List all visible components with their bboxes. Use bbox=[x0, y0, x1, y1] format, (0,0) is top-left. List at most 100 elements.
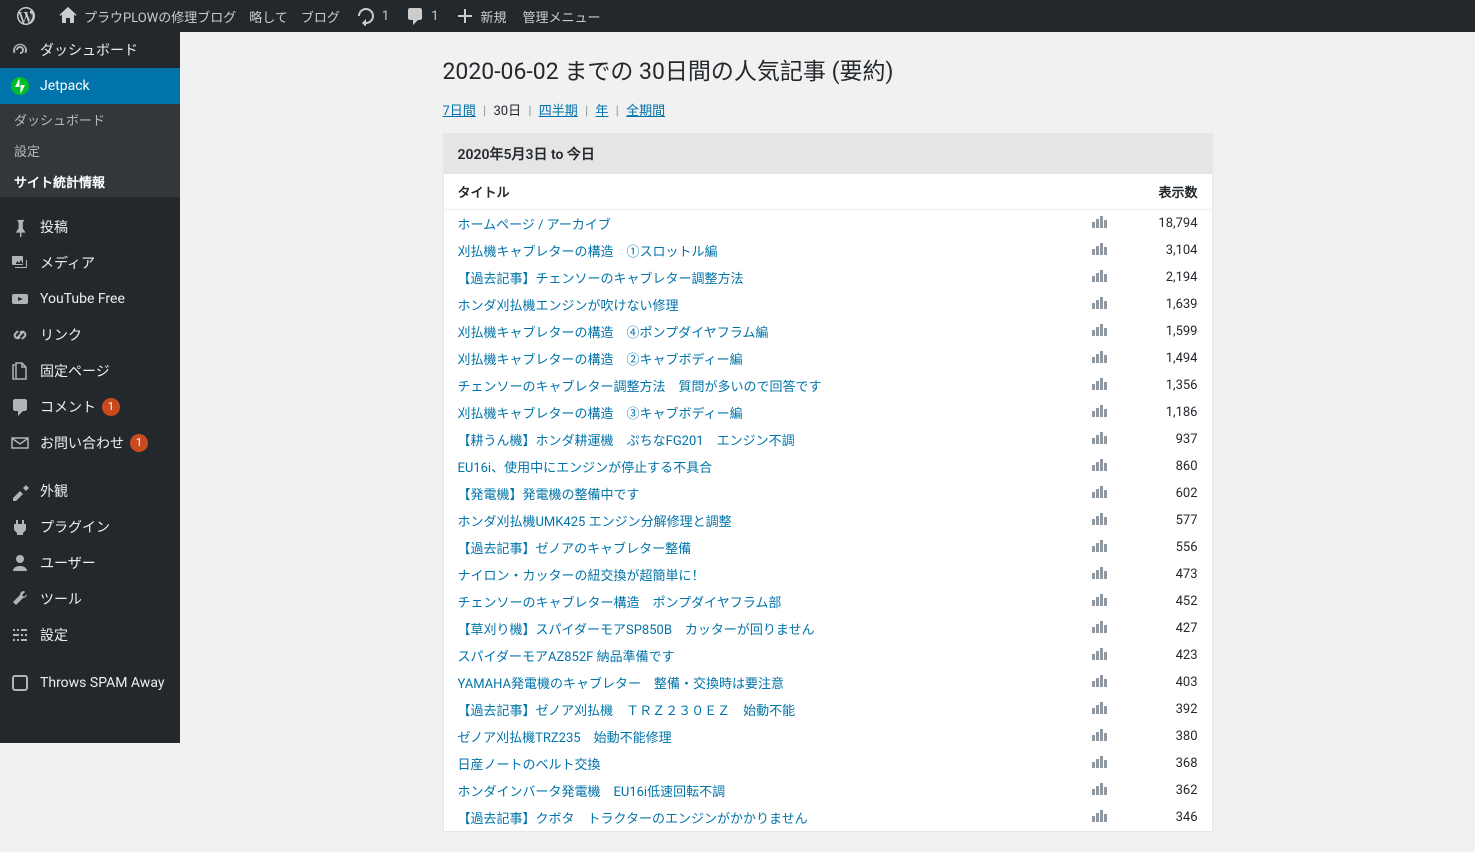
post-title-link[interactable]: ホンダ刈払機UMK425 エンジン分解修理と調整 bbox=[458, 515, 732, 530]
sidebar-item-label: プラグイン bbox=[40, 517, 110, 537]
stats-chart-icon[interactable] bbox=[1092, 243, 1108, 259]
stats-chart-icon[interactable] bbox=[1092, 405, 1108, 421]
contact-badge: 1 bbox=[130, 434, 148, 452]
stats-chart-icon[interactable] bbox=[1092, 783, 1108, 799]
sidebar-jetpack-stats[interactable]: サイト統計情報 bbox=[0, 166, 180, 197]
post-title-link[interactable]: 日産ノートのベルト交換 bbox=[458, 758, 601, 773]
dashboard-icon bbox=[10, 40, 30, 60]
new-label: 新規 bbox=[481, 7, 507, 26]
table-row: 日産ノートのベルト交換368 bbox=[444, 750, 1212, 777]
period-quarter[interactable]: 四半期 bbox=[539, 104, 578, 119]
post-title-link[interactable]: チェンソーのキャブレター構造 ポンプダイヤフラム部 bbox=[458, 596, 782, 611]
post-title-link[interactable]: EU16i、使用中にエンジンが停止する不具合 bbox=[458, 461, 713, 476]
table-row: 【発電機】発電機の整備中です602 bbox=[444, 480, 1212, 507]
post-title-link[interactable]: スパイダーモアAZ852F 納品準備です bbox=[458, 650, 675, 665]
admin-menu-link[interactable]: 管理メニュー bbox=[515, 0, 609, 32]
post-title-link[interactable]: 刈払機キャブレターの構造 ③キャブボディー編 bbox=[458, 407, 743, 422]
stats-chart-icon[interactable] bbox=[1092, 270, 1108, 286]
post-title-link[interactable]: 【過去記事】チェンソーのキャブレター調整方法 bbox=[458, 272, 744, 287]
stats-chart-icon[interactable] bbox=[1092, 567, 1108, 583]
sidebar-throws-spam[interactable]: Throws SPAM Away bbox=[0, 665, 180, 701]
post-title-link[interactable]: ナイロン・カッターの紐交換が超簡単に！ bbox=[458, 569, 705, 584]
updates-link[interactable]: 1 bbox=[348, 0, 397, 32]
post-title-link[interactable]: 刈払機キャブレターの構造 ①スロットル編 bbox=[458, 245, 718, 260]
sidebar-youtube[interactable]: YouTube Free bbox=[0, 281, 180, 317]
post-title-link[interactable]: ホンダインバータ発電機 EU16i低速回転不調 bbox=[458, 785, 726, 800]
sidebar-pages[interactable]: 固定ページ bbox=[0, 353, 180, 389]
site-name-link[interactable]: プラウPLOWの修理ブログ 略して ブログ bbox=[50, 0, 348, 32]
post-title-link[interactable]: ホンダ刈払機エンジンが吹けない修理 bbox=[458, 299, 679, 314]
period-nav: 7日間 | 30日 | 四半期 | 年 | 全期間 bbox=[443, 100, 1213, 119]
sidebar-comments[interactable]: コメント 1 bbox=[0, 389, 180, 425]
post-title-link[interactable]: YAMAHA発電機のキャブレター 整備・交換時は要注意 bbox=[458, 677, 785, 692]
separator: | bbox=[528, 104, 531, 119]
sidebar-links[interactable]: リンク bbox=[0, 317, 180, 353]
table-row: 【過去記事】ゼノア刈払機 ＴＲＺ２３０ＥＺ 始動不能392 bbox=[444, 696, 1212, 723]
stats-chart-icon[interactable] bbox=[1092, 378, 1108, 394]
sidebar-item-label: Jetpack bbox=[40, 78, 90, 94]
post-title-link[interactable]: 【発電機】発電機の整備中です bbox=[458, 488, 640, 503]
stats-chart-icon[interactable] bbox=[1092, 216, 1108, 232]
comments-icon bbox=[405, 6, 425, 26]
table-row: ナイロン・カッターの紐交換が超簡単に！473 bbox=[444, 561, 1212, 588]
stats-chart-icon[interactable] bbox=[1092, 621, 1108, 637]
generic-icon bbox=[10, 673, 30, 693]
stats-chart-icon[interactable] bbox=[1092, 324, 1108, 340]
post-title-link[interactable]: 【過去記事】ゼノア刈払機 ＴＲＺ２３０ＥＺ 始動不能 bbox=[458, 704, 796, 719]
views-value: 427 bbox=[1122, 615, 1212, 642]
post-title-link[interactable]: 【過去記事】ゼノアのキャブレター整備 bbox=[458, 542, 692, 557]
stats-chart-icon[interactable] bbox=[1092, 702, 1108, 718]
table-row: チェンソーのキャブレター構造 ポンプダイヤフラム部452 bbox=[444, 588, 1212, 615]
home-icon bbox=[58, 6, 78, 26]
post-title-link[interactable]: チェンソーのキャブレター調整方法 質問が多いので回答です bbox=[458, 380, 822, 395]
stats-chart-icon[interactable] bbox=[1092, 297, 1108, 313]
post-title-link[interactable]: 刈払機キャブレターの構造 ④ポンプダイヤフラム編 bbox=[458, 326, 769, 341]
sidebar-media[interactable]: メディア bbox=[0, 245, 180, 281]
period-alltime[interactable]: 全期間 bbox=[626, 104, 665, 119]
sidebar-plugins[interactable]: プラグイン bbox=[0, 509, 180, 545]
updates-icon bbox=[356, 6, 376, 26]
sidebar-users[interactable]: ユーザー bbox=[0, 545, 180, 581]
stats-chart-icon[interactable] bbox=[1092, 729, 1108, 745]
sidebar-contact[interactable]: お問い合わせ 1 bbox=[0, 425, 180, 461]
sidebar-jetpack-dashboard[interactable]: ダッシュボード bbox=[0, 104, 180, 135]
comments-link[interactable]: 1 bbox=[397, 0, 446, 32]
sidebar-settings[interactable]: 設定 bbox=[0, 617, 180, 653]
jetpack-icon bbox=[10, 76, 30, 96]
sidebar-jetpack[interactable]: Jetpack bbox=[0, 68, 180, 104]
stats-chart-icon[interactable] bbox=[1092, 810, 1108, 826]
post-title-link[interactable]: ゼノア刈払機TRZ235 始動不能修理 bbox=[458, 731, 672, 746]
stats-chart-icon[interactable] bbox=[1092, 513, 1108, 529]
youtube-icon bbox=[10, 289, 30, 309]
stats-chart-icon[interactable] bbox=[1092, 432, 1108, 448]
new-content-link[interactable]: 新規 bbox=[447, 0, 515, 32]
post-title-link[interactable]: 刈払機キャブレターの構造 ②キャブボディー編 bbox=[458, 353, 743, 368]
sidebar-item-label: リンク bbox=[40, 325, 82, 345]
stats-chart-icon[interactable] bbox=[1092, 486, 1108, 502]
table-row: ホンダ刈払機エンジンが吹けない修理1,639 bbox=[444, 291, 1212, 318]
stats-chart-icon[interactable] bbox=[1092, 648, 1108, 664]
sidebar-dashboard[interactable]: ダッシュボード bbox=[0, 32, 180, 68]
period-year[interactable]: 年 bbox=[595, 104, 608, 119]
stats-chart-icon[interactable] bbox=[1092, 756, 1108, 772]
post-title-link[interactable]: 【過去記事】クボタ トラクターのエンジンがかかりません bbox=[458, 812, 808, 827]
sidebar-tools[interactable]: ツール bbox=[0, 581, 180, 617]
col-chart bbox=[1078, 174, 1122, 210]
wp-logo-menu[interactable] bbox=[8, 0, 50, 32]
post-title-link[interactable]: 【耕うん機】ホンダ耕運機 ぷちなFG201 エンジン不調 bbox=[458, 434, 795, 449]
stats-chart-icon[interactable] bbox=[1092, 675, 1108, 691]
sidebar-jetpack-settings[interactable]: 設定 bbox=[0, 135, 180, 166]
views-value: 403 bbox=[1122, 669, 1212, 696]
period-7days[interactable]: 7日間 bbox=[443, 104, 476, 119]
table-row: 刈払機キャブレターの構造 ②キャブボディー編1,494 bbox=[444, 345, 1212, 372]
stats-chart-icon[interactable] bbox=[1092, 459, 1108, 475]
sidebar-appearance[interactable]: 外観 bbox=[0, 473, 180, 509]
stats-chart-icon[interactable] bbox=[1092, 351, 1108, 367]
table-row: ホームページ / アーカイブ18,794 bbox=[444, 210, 1212, 238]
stats-chart-icon[interactable] bbox=[1092, 540, 1108, 556]
post-title-link[interactable]: 【草刈り機】スパイダーモアSP850B カッターが回りません bbox=[458, 623, 815, 638]
post-title-link[interactable]: ホームページ / アーカイブ bbox=[458, 218, 611, 233]
stats-chart-icon[interactable] bbox=[1092, 594, 1108, 610]
sidebar-posts[interactable]: 投稿 bbox=[0, 209, 180, 245]
table-row: EU16i、使用中にエンジンが停止する不具合860 bbox=[444, 453, 1212, 480]
